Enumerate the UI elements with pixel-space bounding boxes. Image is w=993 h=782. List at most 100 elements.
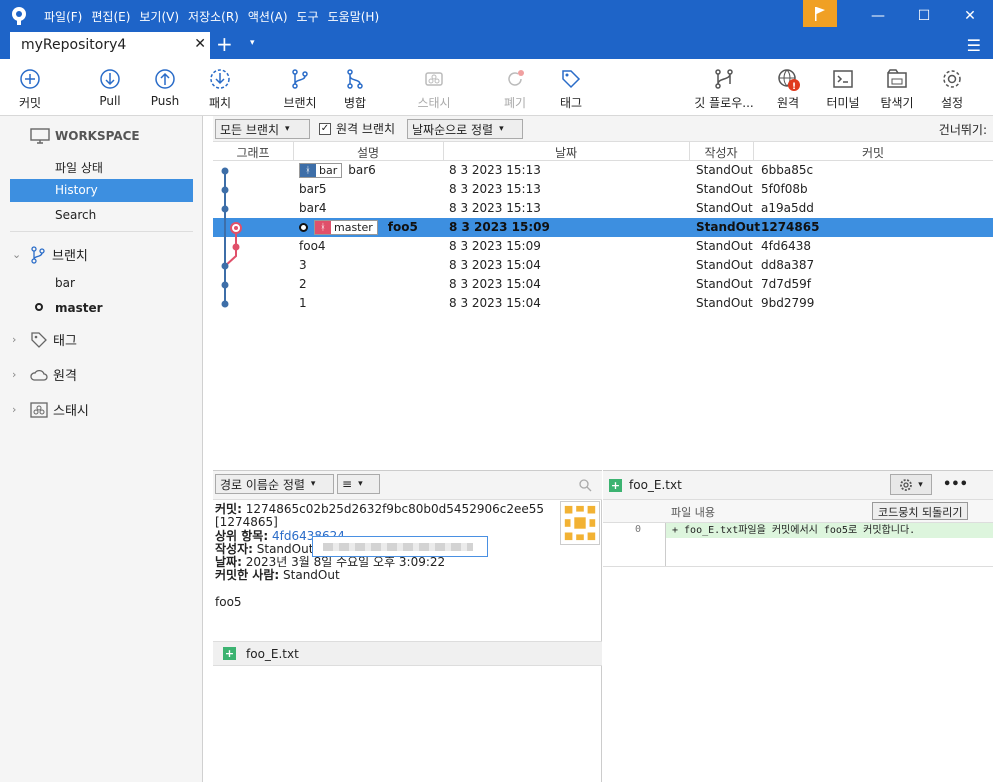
commit-details-panel: 경로 이름순 정렬 ▾ ≡ ▾ 커밋: 1274865c02b25d2632f9…: [213, 470, 602, 782]
explorer-folder-icon: [887, 69, 907, 88]
tab-repository[interactable]: myRepository4 ✕: [10, 32, 210, 59]
commit-hash: 7d7d59f: [761, 277, 811, 291]
merge-button[interactable]: 병합: [339, 59, 371, 116]
branches-label: 브랜치: [52, 249, 88, 264]
menu-actions[interactable]: 액션(A): [248, 8, 288, 25]
file-added-icon: +: [223, 647, 236, 660]
chevron-right-icon: ›: [12, 368, 17, 381]
sort-order-dropdown[interactable]: 날짜순으로 정렬 ▾: [407, 119, 523, 139]
remote-globe-icon: !: [778, 69, 800, 91]
notification-flag-button[interactable]: [803, 0, 837, 27]
commit-row[interactable]: ᚼ bar bar6 8 3 2023 15:13 StandOut 6bba85c: [213, 161, 993, 180]
commit-button[interactable]: 커밋: [14, 59, 46, 116]
column-author[interactable]: 작성자: [689, 144, 753, 161]
sidebar-item-search[interactable]: Search: [10, 204, 193, 227]
remote-branches-checkbox[interactable]: ✓ 원격 브랜치: [319, 120, 395, 137]
graph-node: [221, 186, 229, 194]
menu-file[interactable]: 파일(F): [44, 8, 82, 25]
details-toolbar: 경로 이름순 정렬 ▾ ≡ ▾: [213, 471, 602, 500]
commit-row-selected[interactable]: ᚼ master foo5 8 3 2023 15:09 StandOut 1274…: [213, 218, 993, 237]
terminal-button[interactable]: 터미널: [824, 59, 862, 116]
commit-row[interactable]: 1 8 3 2023 15:04 StandOut 9bd2799: [213, 294, 993, 313]
changed-file-item[interactable]: foo_E.txt: [246, 647, 299, 661]
hunk-title: 파일 내용: [671, 506, 715, 519]
commit-row[interactable]: 2 8 3 2023 15:04 StandOut 7d7d59f: [213, 275, 993, 294]
column-graph[interactable]: 그래프: [213, 144, 293, 161]
commit-row[interactable]: 3 8 3 2023 15:04 StandOut dd8a387: [213, 256, 993, 275]
minimize-button[interactable]: —: [855, 0, 901, 32]
close-window-button[interactable]: ✕: [947, 0, 993, 32]
sidebar-branch-master[interactable]: master: [35, 301, 103, 315]
diff-options-button[interactable]: ▾: [890, 474, 932, 495]
commit-hash-full: 1274865c02b25d2632f9bc80b0d5452906c2ee55: [245, 502, 544, 516]
maximize-button[interactable]: ☐: [901, 0, 947, 32]
menu-help[interactable]: 도움말(H): [328, 8, 380, 25]
tab-close-icon[interactable]: ✕: [194, 36, 206, 52]
discard-button[interactable]: 폐기: [499, 59, 531, 116]
commit-message: foo4: [299, 239, 326, 253]
view-mode-dropdown[interactable]: ≡ ▾: [337, 474, 380, 494]
menu-view[interactable]: 보기(V): [139, 8, 179, 25]
git-flow-button[interactable]: 깃 플로우...: [690, 59, 758, 116]
commit-date: 8 3 2023 15:13: [449, 201, 541, 215]
stashes-label: 스태시: [53, 404, 89, 419]
commit-row[interactable]: bar4 8 3 2023 15:13 StandOut a19a5dd: [213, 199, 993, 218]
diff-gutter-divider: [665, 523, 666, 566]
branch-badge[interactable]: ᚼ bar: [299, 163, 343, 178]
menu-edit[interactable]: 편집(E): [91, 8, 130, 25]
stash-button[interactable]: 스태시: [412, 59, 456, 116]
commit-message: 2: [299, 277, 307, 291]
commit-label: 커밋: [18, 96, 42, 110]
sidebar-divider: [10, 231, 193, 232]
search-icon[interactable]: [579, 479, 592, 492]
menu-tools[interactable]: 도구: [297, 8, 319, 25]
committer-label: 커밋한 사람:: [215, 568, 280, 583]
column-description[interactable]: 설명: [293, 144, 443, 161]
patch-button[interactable]: 패치: [204, 59, 236, 116]
explorer-button[interactable]: 탐색기: [877, 59, 917, 116]
commit-message: 3: [299, 258, 307, 272]
sidebar-group-branches[interactable]: ⌄ 브랜치: [12, 245, 88, 264]
terminal-icon: [833, 70, 853, 88]
push-button[interactable]: Push: [148, 59, 182, 116]
graph-node: [232, 243, 240, 251]
more-options-button[interactable]: •••: [943, 477, 968, 492]
tag-button[interactable]: 태그: [555, 59, 587, 116]
branch-name: master: [55, 301, 103, 315]
branch-button[interactable]: 브랜치: [280, 59, 320, 116]
remote-label: 원격: [776, 96, 800, 110]
commit-list-header: 그래프 설명 날짜 작성자 커밋: [213, 142, 993, 161]
chevron-down-icon: ▾: [358, 479, 363, 489]
revert-hunk-button[interactable]: 코드뭉치 되돌리기: [872, 502, 969, 520]
tab-title: myRepository4: [21, 37, 127, 53]
sidebar-item-history[interactable]: History: [10, 179, 193, 202]
column-date[interactable]: 날짜: [443, 144, 689, 161]
sidebar-item-file-status[interactable]: 파일 상태: [10, 155, 193, 178]
branch-label: 브랜치: [283, 96, 317, 110]
branch-filter-dropdown[interactable]: 모든 브랜치 ▾: [215, 119, 310, 139]
history-filter-bar: 모든 브랜치 ▾ ✓ 원격 브랜치 날짜순으로 정렬 ▾ 건너뛰기:: [213, 116, 993, 142]
commit-row[interactable]: bar5 8 3 2023 15:13 StandOut 5f0f08b: [213, 180, 993, 199]
menu-repository[interactable]: 저장소(R): [188, 8, 239, 25]
sidebar-group-remotes[interactable]: › 원격: [12, 365, 77, 384]
tab-dropdown-icon[interactable]: ▾: [250, 38, 255, 48]
pull-button[interactable]: Pull: [94, 59, 126, 116]
commit-author: StandOut: [696, 258, 753, 272]
file-sort-dropdown[interactable]: 경로 이름순 정렬 ▾: [215, 474, 334, 494]
sidebar-branch-bar[interactable]: bar: [55, 276, 75, 290]
column-commit[interactable]: 커밋: [753, 144, 993, 161]
new-tab-button[interactable]: +: [216, 34, 233, 54]
remote-button[interactable]: ! 원격: [772, 59, 804, 116]
tags-label: 태그: [53, 334, 77, 349]
sidebar-group-stashes[interactable]: › 스태시: [12, 400, 89, 419]
commit-description: ᚼ bar bar6: [299, 163, 376, 178]
terminal-label: 터미널: [826, 96, 860, 110]
branch-badge[interactable]: ᚼ master: [314, 220, 378, 235]
hamburger-menu-icon[interactable]: ☰: [967, 36, 981, 55]
settings-button[interactable]: 설정: [936, 59, 968, 116]
commit-row[interactable]: foo4 8 3 2023 15:09 StandOut 4fd6438: [213, 237, 993, 256]
sidebar-group-tags[interactable]: › 태그: [12, 330, 77, 349]
patch-icon: [210, 69, 230, 89]
committer-line: 커밋한 사람: StandOut: [215, 569, 544, 582]
gear-icon: [900, 478, 913, 491]
